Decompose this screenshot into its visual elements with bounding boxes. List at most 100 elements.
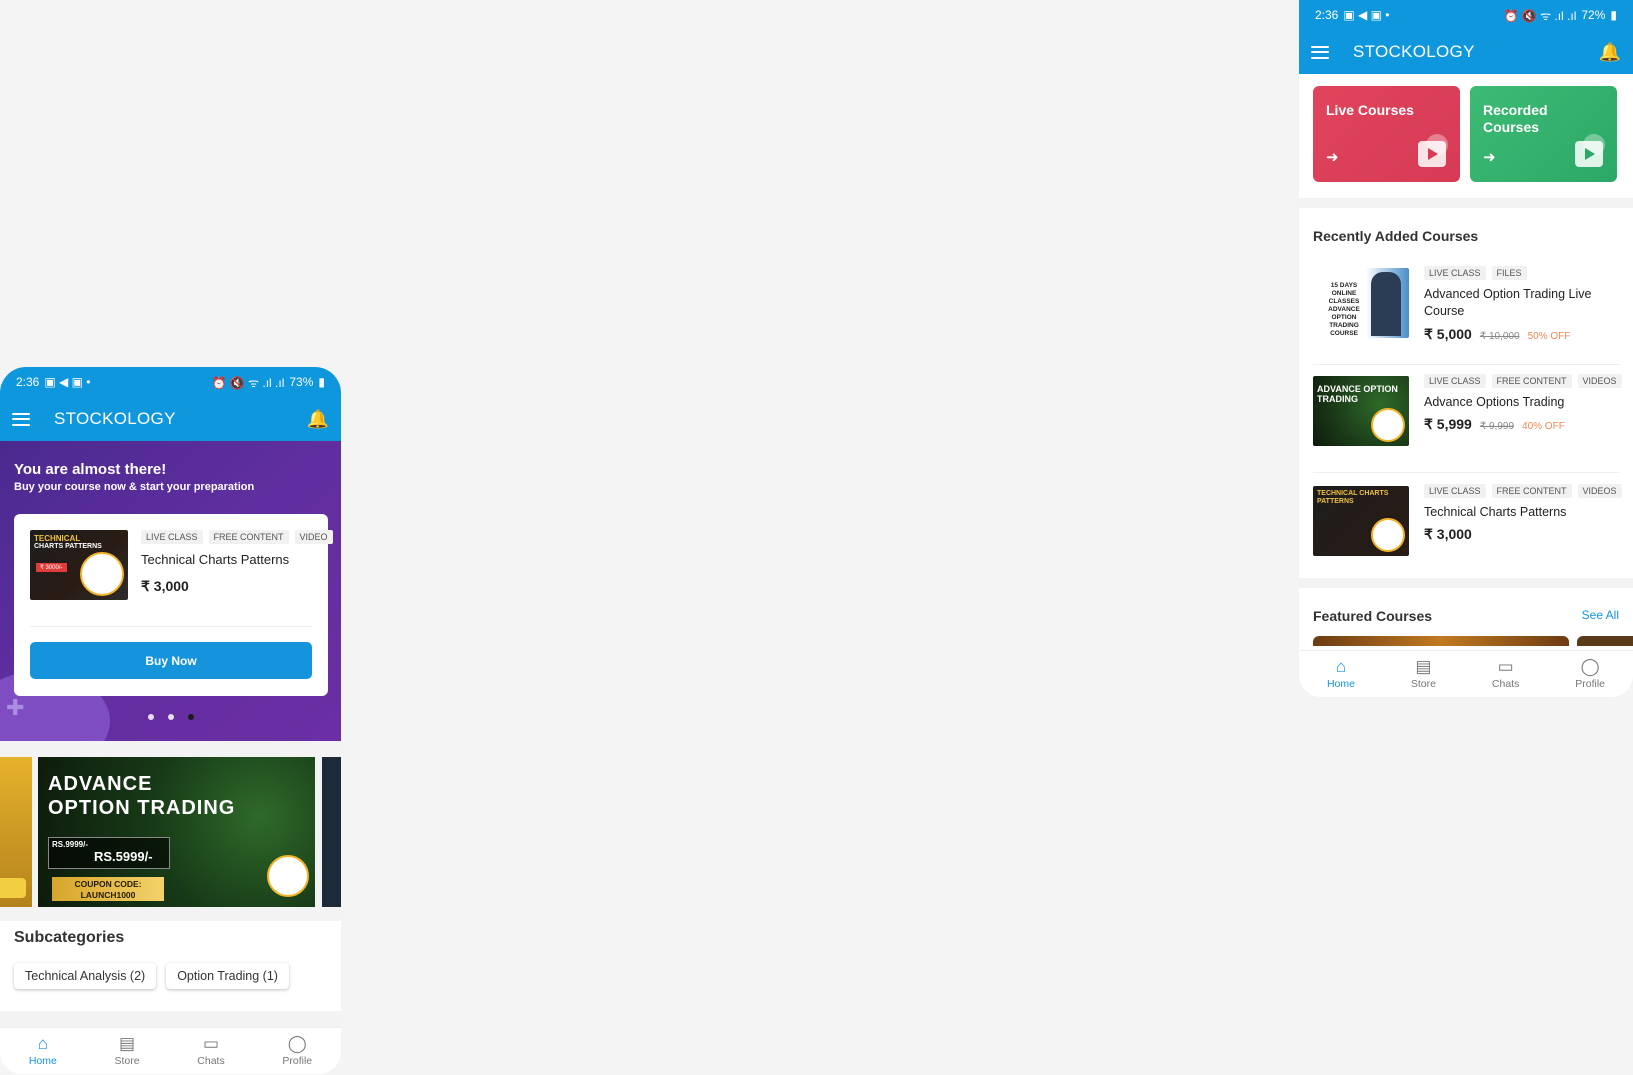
home-icon: ⌂	[37, 1034, 48, 1053]
see-all-link[interactable]: See All	[1582, 608, 1619, 622]
status-time: 2:36	[1315, 8, 1339, 22]
coupon-chip	[0, 878, 26, 898]
nav-profile[interactable]: ◯ Profile	[282, 1034, 313, 1068]
course-list-item[interactable]: 15 DAYS ONLINE CLASSES ADVANCE OPTION TR…	[1313, 260, 1619, 365]
app-title: STOCKOLOGY	[54, 409, 176, 428]
nav-label: Home	[28, 1055, 57, 1067]
nav-label: Store	[114, 1055, 140, 1067]
banner-headline: ADVANCE OPTION TRADING	[48, 772, 235, 820]
app-title: STOCKOLOGY	[1353, 42, 1475, 61]
battery-icon: ▮	[1610, 8, 1617, 22]
nav-label: Profile	[282, 1055, 313, 1067]
featured-course-card[interactable]	[1577, 636, 1633, 646]
subcategories-title: Subcategories	[14, 929, 125, 946]
course-original-price: ₹ 10,000	[1479, 331, 1520, 342]
section-title: Featured Courses	[1313, 608, 1433, 624]
recently-added-section: Recently Added Courses 15 DAYS ONLINE CL…	[1299, 208, 1633, 578]
carousel-dot[interactable]	[147, 714, 154, 720]
status-bar: 2:36 ▣ ◀ ▣ • ⏰ 🔇 ᯤ .ıl .ıl 73% ▮	[0, 367, 341, 397]
course-price: ₹ 5,999	[1424, 416, 1472, 432]
nav-home[interactable]: ⌂ Home	[1327, 658, 1355, 691]
profile-icon: ◯	[287, 1034, 307, 1053]
thumbnail-text: TECHNICAL CHARTS PATTERNS	[1317, 490, 1389, 505]
arrow-right-icon: ➜	[1483, 149, 1496, 166]
promo-subtitle: Buy your course now & start your prepara…	[14, 481, 255, 493]
nav-home[interactable]: ⌂ Home	[28, 1034, 57, 1068]
nav-store[interactable]: ▤ Store	[1411, 657, 1436, 691]
course-list-item[interactable]: TECHNICAL CHARTS PATTERNS LIVE CLASS FRE…	[1313, 478, 1622, 574]
subcategory-chip-technical-analysis[interactable]: Technical Analysis (2)	[14, 963, 157, 989]
nav-label: Chats	[1491, 678, 1520, 690]
course-thumbnail: TECHNICAL CHARTS PATTERNS ₹ 3000/-	[30, 530, 128, 600]
bottom-navigation: ⌂ Home ▤ Store ▭ Chats ◯ Profile	[0, 1027, 341, 1074]
banner-next[interactable]	[322, 757, 341, 907]
coupon-label: COUPON CODE:	[74, 879, 142, 889]
course-original-price: ₹ 9,999	[1479, 421, 1515, 432]
tag: LIVE CLASS	[1424, 484, 1486, 498]
play-icon	[1575, 141, 1603, 167]
banner-advance-option-trading[interactable]: ADVANCE OPTION TRADING RS.9999/- RS.5999/…	[38, 757, 315, 907]
stockology-logo	[1371, 408, 1405, 442]
course-price-row: ₹ 5,999 ₹ 9,999 40% OFF	[1424, 416, 1565, 433]
nav-profile[interactable]: ◯ Profile	[1575, 658, 1605, 691]
notification-bell-icon[interactable]: 🔔	[1599, 43, 1621, 61]
battery-level: 72%	[1581, 8, 1606, 22]
tag: FREE CONTENT	[208, 530, 289, 544]
thumbnail-text: TECHNICAL	[34, 534, 81, 543]
section-title: Recently Added Courses	[1313, 228, 1479, 244]
banner-carousel[interactable]: ADVANCE OPTION TRADING RS.9999/- RS.5999/…	[0, 757, 341, 907]
bottom-navigation: ⌂ Home ▤ Store ▭ Chats ◯ Profile	[1299, 650, 1633, 697]
promo-title: You are almost there!	[14, 461, 167, 478]
promo-course-card[interactable]: TECHNICAL CHARTS PATTERNS ₹ 3000/- LIVE …	[14, 514, 333, 696]
banner-previous[interactable]	[0, 757, 32, 907]
course-tags: LIVE CLASS FREE CONTENT VIDEOS	[1424, 374, 1622, 388]
course-categories: Live Courses ➜ Recorded Courses ➜	[1299, 74, 1633, 198]
course-price-row: ₹ 3,000	[1424, 526, 1472, 543]
recorded-courses-card[interactable]: Recorded Courses ➜	[1470, 86, 1617, 182]
featured-course-card[interactable]	[1313, 636, 1569, 646]
app-bar: STOCKOLOGY 🔔	[1299, 30, 1633, 74]
course-name: Advanced Option Trading Live Course	[1424, 287, 1592, 318]
stockology-logo	[1371, 518, 1405, 552]
tag: VIDEO	[294, 530, 333, 544]
banner-coupon: COUPON CODE: LAUNCH1000	[52, 877, 164, 901]
app-bar: STOCKOLOGY 🔔	[0, 397, 341, 441]
divider	[30, 626, 312, 627]
nav-chats[interactable]: ▭ Chats	[1491, 658, 1520, 691]
play-icon	[1418, 141, 1446, 167]
course-thumbnail: 15 DAYS ONLINE CLASSES ADVANCE OPTION TR…	[1313, 268, 1409, 338]
banner-headline-line1: ADVANCE	[48, 773, 153, 795]
tag: LIVE CLASS	[1424, 266, 1486, 280]
carousel-dot[interactable]	[167, 714, 174, 720]
course-tags: LIVE CLASS FREE CONTENT VIDEOS	[1424, 484, 1622, 498]
hamburger-menu-icon[interactable]	[12, 412, 30, 426]
store-icon: ▤	[1415, 657, 1432, 676]
course-discount: 40% OFF	[1522, 421, 1565, 432]
course-price: ₹ 3,000	[141, 578, 189, 594]
hamburger-menu-icon[interactable]	[1311, 45, 1329, 59]
buy-now-button[interactable]: Buy Now	[30, 642, 312, 679]
course-name: Technical Charts Patterns	[141, 552, 290, 567]
stockology-logo	[80, 552, 124, 596]
nav-chats[interactable]: ▭ Chats	[197, 1035, 225, 1068]
live-courses-card[interactable]: Live Courses ➜	[1313, 86, 1460, 182]
battery-icon: ▮	[318, 375, 325, 389]
subcategories-section: Subcategories Technical Analysis (2) Opt…	[0, 921, 341, 1011]
tag: FREE CONTENT	[1491, 374, 1572, 388]
nav-store[interactable]: ▤ Store	[114, 1035, 140, 1068]
carousel-dot-active[interactable]	[187, 714, 194, 720]
notification-icons: ▣ ◀ ▣ •	[44, 375, 91, 389]
nav-label: Profile	[1575, 678, 1605, 690]
promo-carousel[interactable]: ✚ You are almost there! Buy your course …	[0, 441, 341, 741]
subcategory-chip-option-trading[interactable]: Option Trading (1)	[166, 963, 289, 989]
status-bar: 2:36 ▣ ◀ ▣ • ⏰ 🔇 ᯤ .ıl .ıl 72% ▮	[1299, 0, 1633, 30]
carousel-indicator	[0, 714, 341, 720]
thumbnail-text: 15 DAYS ONLINE CLASSES ADVANCE OPTION TR…	[1328, 282, 1360, 337]
nav-label: Chats	[197, 1055, 225, 1067]
course-discount: 50% OFF	[1527, 331, 1571, 342]
course-list-item[interactable]: ADVANCE OPTION TRADING LIVE CLASS FREE C…	[1313, 368, 1622, 473]
course-price-row: ₹ 5,000 ₹ 10,000 50% OFF	[1424, 326, 1570, 343]
course-tags: LIVE CLASS FREE CONTENT VIDEO	[141, 530, 333, 544]
tag: LIVE CLASS	[1424, 374, 1486, 388]
notification-bell-icon[interactable]: 🔔	[307, 410, 329, 428]
